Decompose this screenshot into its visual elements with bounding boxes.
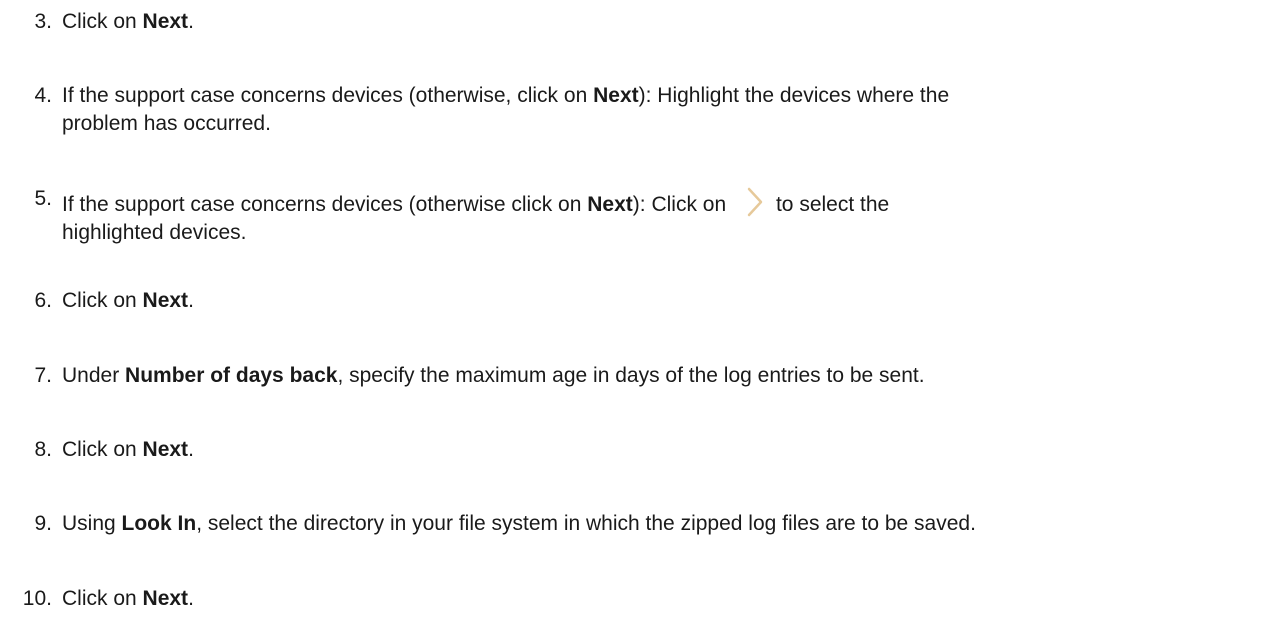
- step-text: Click on Next.: [62, 10, 194, 33]
- step-number: 4.: [34, 84, 52, 107]
- step-number: 3.: [34, 10, 52, 33]
- ui-term-next: Next: [587, 193, 633, 216]
- step-text: Click on Next.: [62, 587, 194, 610]
- step-text: Click on Next.: [62, 438, 194, 461]
- step-number: 8.: [34, 438, 52, 461]
- step-text: If the support case concerns devices (ot…: [62, 185, 1252, 247]
- step-number: 10.: [22, 587, 52, 610]
- step-number: 5.: [34, 187, 52, 210]
- step-text: If the support case concerns devices (ot…: [62, 84, 950, 135]
- step-number: 9.: [34, 512, 52, 535]
- ui-term-next: Next: [142, 289, 189, 312]
- step-number: 6.: [34, 289, 52, 312]
- step-text: Using Look In, select the directory in y…: [62, 512, 976, 535]
- chevron-right-icon: [747, 187, 763, 217]
- ui-term-number-of-days-back: Number of days back: [125, 364, 338, 387]
- ui-term-next: Next: [142, 587, 189, 610]
- ui-term-next: Next: [593, 84, 639, 107]
- ui-term-look-in: Look In: [121, 512, 197, 535]
- step-number: 7.: [34, 364, 52, 387]
- ui-term-next: Next: [142, 10, 189, 33]
- step-text: Click on Next.: [62, 289, 194, 312]
- step-text: Under Number of days back, specify the m…: [62, 364, 925, 387]
- instruction-list: 3. Click on Next. 4. If the support case…: [0, 0, 1261, 621]
- ui-term-next: Next: [142, 438, 189, 461]
